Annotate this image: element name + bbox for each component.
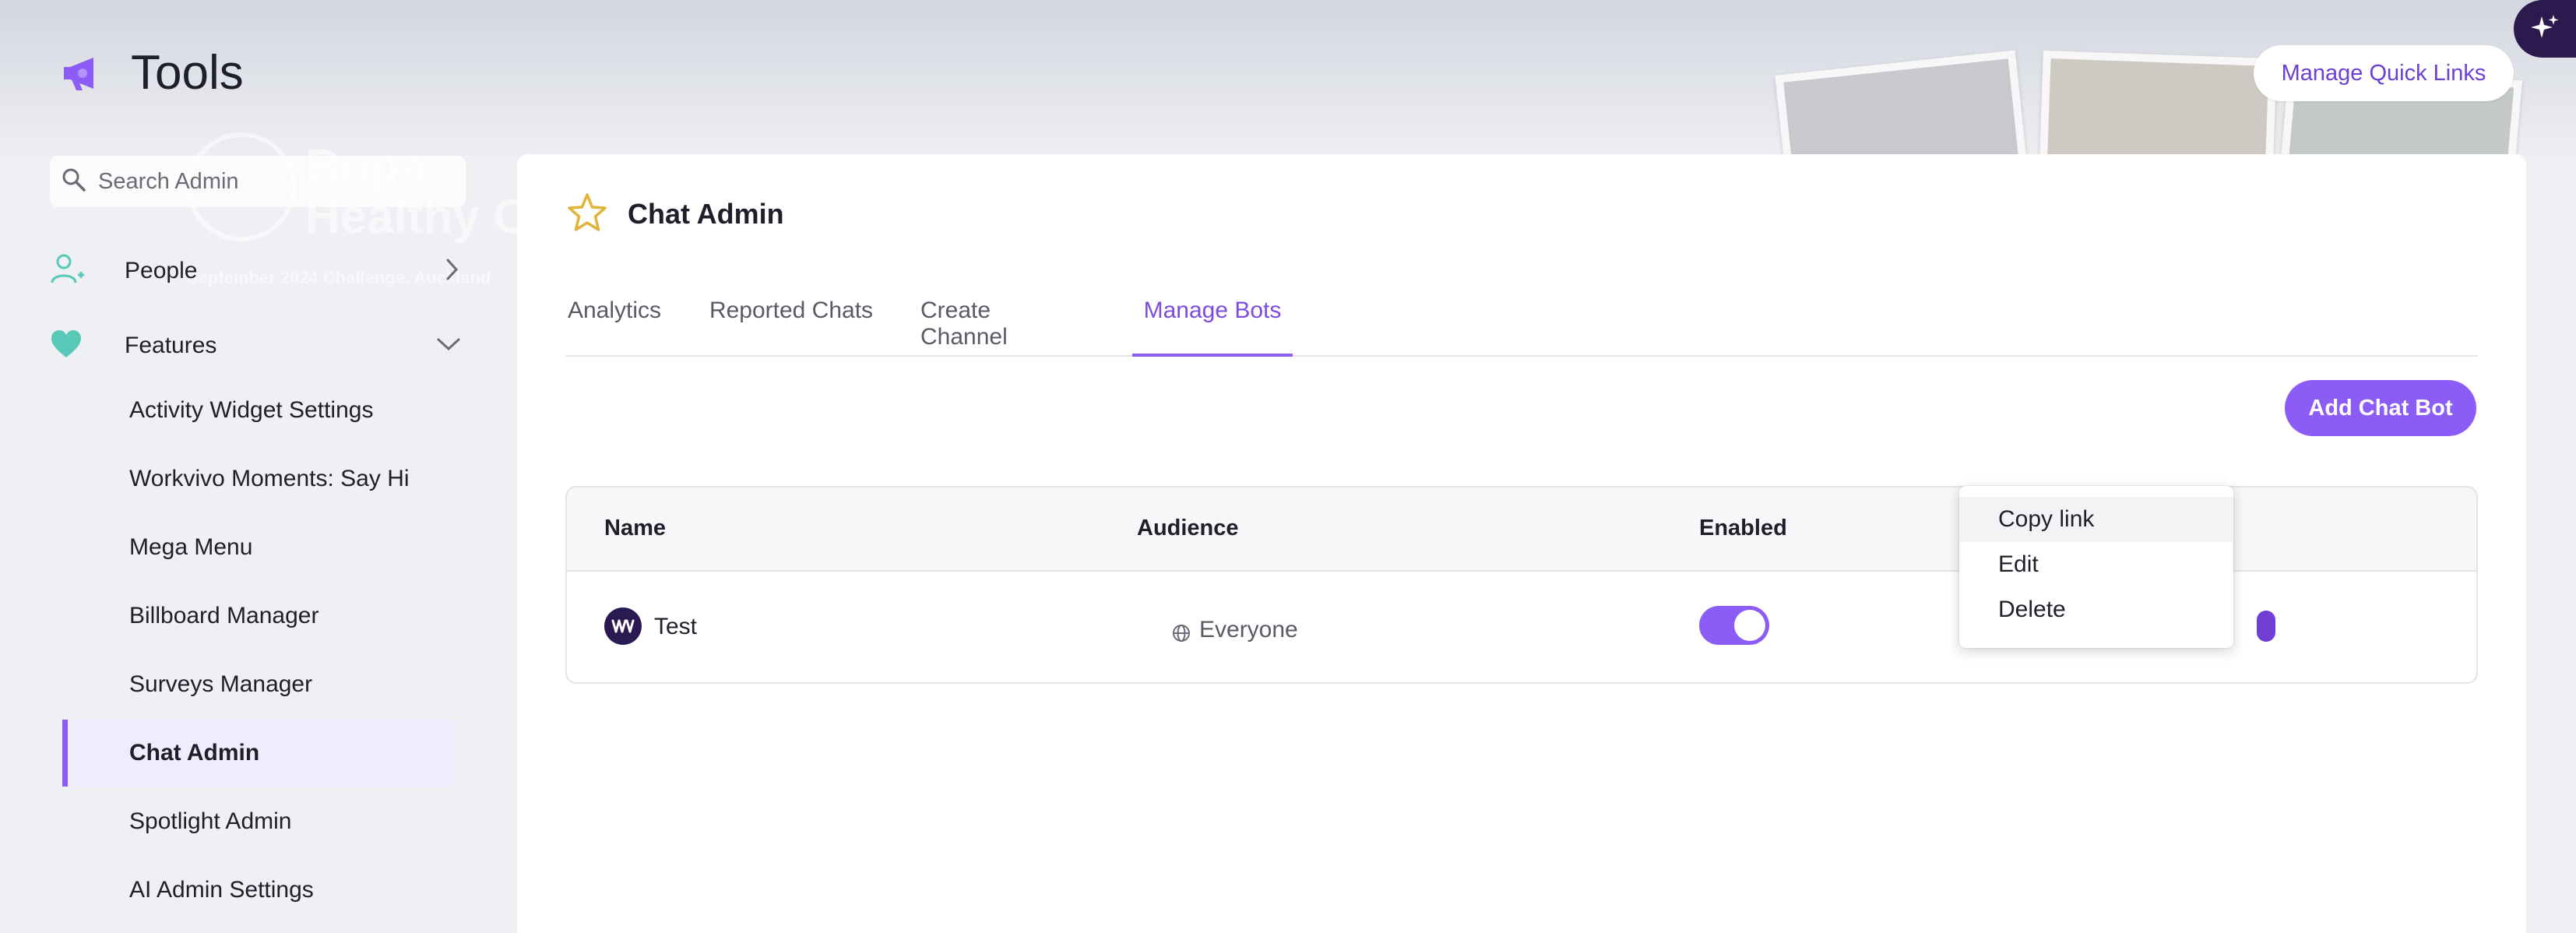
row-context-menu: Copy link Edit Delete	[1959, 486, 2233, 648]
sparkle-icon[interactable]	[2514, 0, 2576, 58]
menu-item-delete[interactable]: Delete	[1959, 587, 2233, 632]
sidebar-item-surveys-manager[interactable]: Surveys Manager	[62, 651, 456, 718]
sidebar-item-spotlight-admin[interactable]: Spotlight Admin	[62, 788, 456, 855]
star-icon[interactable]	[565, 192, 609, 235]
sidebar-item-label: People	[125, 258, 198, 283]
column-header-audience: Audience	[1137, 516, 1239, 540]
workvivo-logo-icon	[604, 607, 642, 645]
tab-analytics[interactable]: Analytics	[565, 290, 663, 357]
bot-name: Test	[654, 614, 698, 639]
sidebar-item-workvivo-moments[interactable]: Workvivo Moments: Say Hi	[62, 445, 456, 512]
add-chat-bot-button[interactable]: Add Chat Bot	[2285, 380, 2476, 436]
heart-icon	[50, 329, 83, 363]
enabled-toggle[interactable]	[1699, 606, 1769, 645]
tab-create-channel[interactable]: Create Channel	[920, 290, 1084, 357]
search-box[interactable]	[50, 156, 466, 207]
sidebar-item-ai-admin-settings[interactable]: AI Admin Settings	[62, 857, 456, 924]
row-actions-button[interactable]	[2257, 611, 2275, 642]
manage-quick-links-button[interactable]: Manage Quick Links	[2254, 45, 2514, 101]
menu-item-copy-link[interactable]: Copy link	[1959, 497, 2233, 542]
column-header-enabled: Enabled	[1699, 516, 1787, 540]
sidebar-item-label: Features	[125, 333, 217, 358]
search-icon	[61, 167, 87, 197]
add-person-icon	[50, 252, 86, 291]
globe-icon	[1171, 623, 1191, 647]
chevron-right-icon	[441, 256, 463, 287]
sidebar-item-billboard-manager[interactable]: Billboard Manager	[62, 583, 456, 650]
sidebar-item-people[interactable]: People	[50, 248, 463, 294]
megaphone-icon	[59, 51, 103, 95]
sidebar-item-features[interactable]: Features	[50, 322, 463, 369]
audience-value: Everyone	[1199, 617, 1298, 643]
sidebar-item-chat-admin[interactable]: Chat Admin	[62, 720, 456, 787]
chevron-down-icon	[435, 333, 463, 359]
sidebar-item-mega-menu[interactable]: Mega Menu	[62, 514, 456, 581]
menu-item-edit[interactable]: Edit	[1959, 542, 2233, 587]
tab-bar: Analytics Reported Chats Create Channel …	[565, 290, 2478, 357]
column-header-name: Name	[604, 516, 666, 540]
sidebar-item-activity-widget-settings[interactable]: Activity Widget Settings	[62, 377, 456, 444]
toggle-knob	[1734, 610, 1765, 641]
panel-title: Chat Admin	[628, 198, 784, 230]
search-input[interactable]	[98, 168, 441, 195]
tab-reported-chats[interactable]: Reported Chats	[709, 290, 874, 357]
page-title: Tools	[131, 46, 244, 100]
tab-manage-bots[interactable]: Manage Bots	[1132, 290, 1293, 357]
